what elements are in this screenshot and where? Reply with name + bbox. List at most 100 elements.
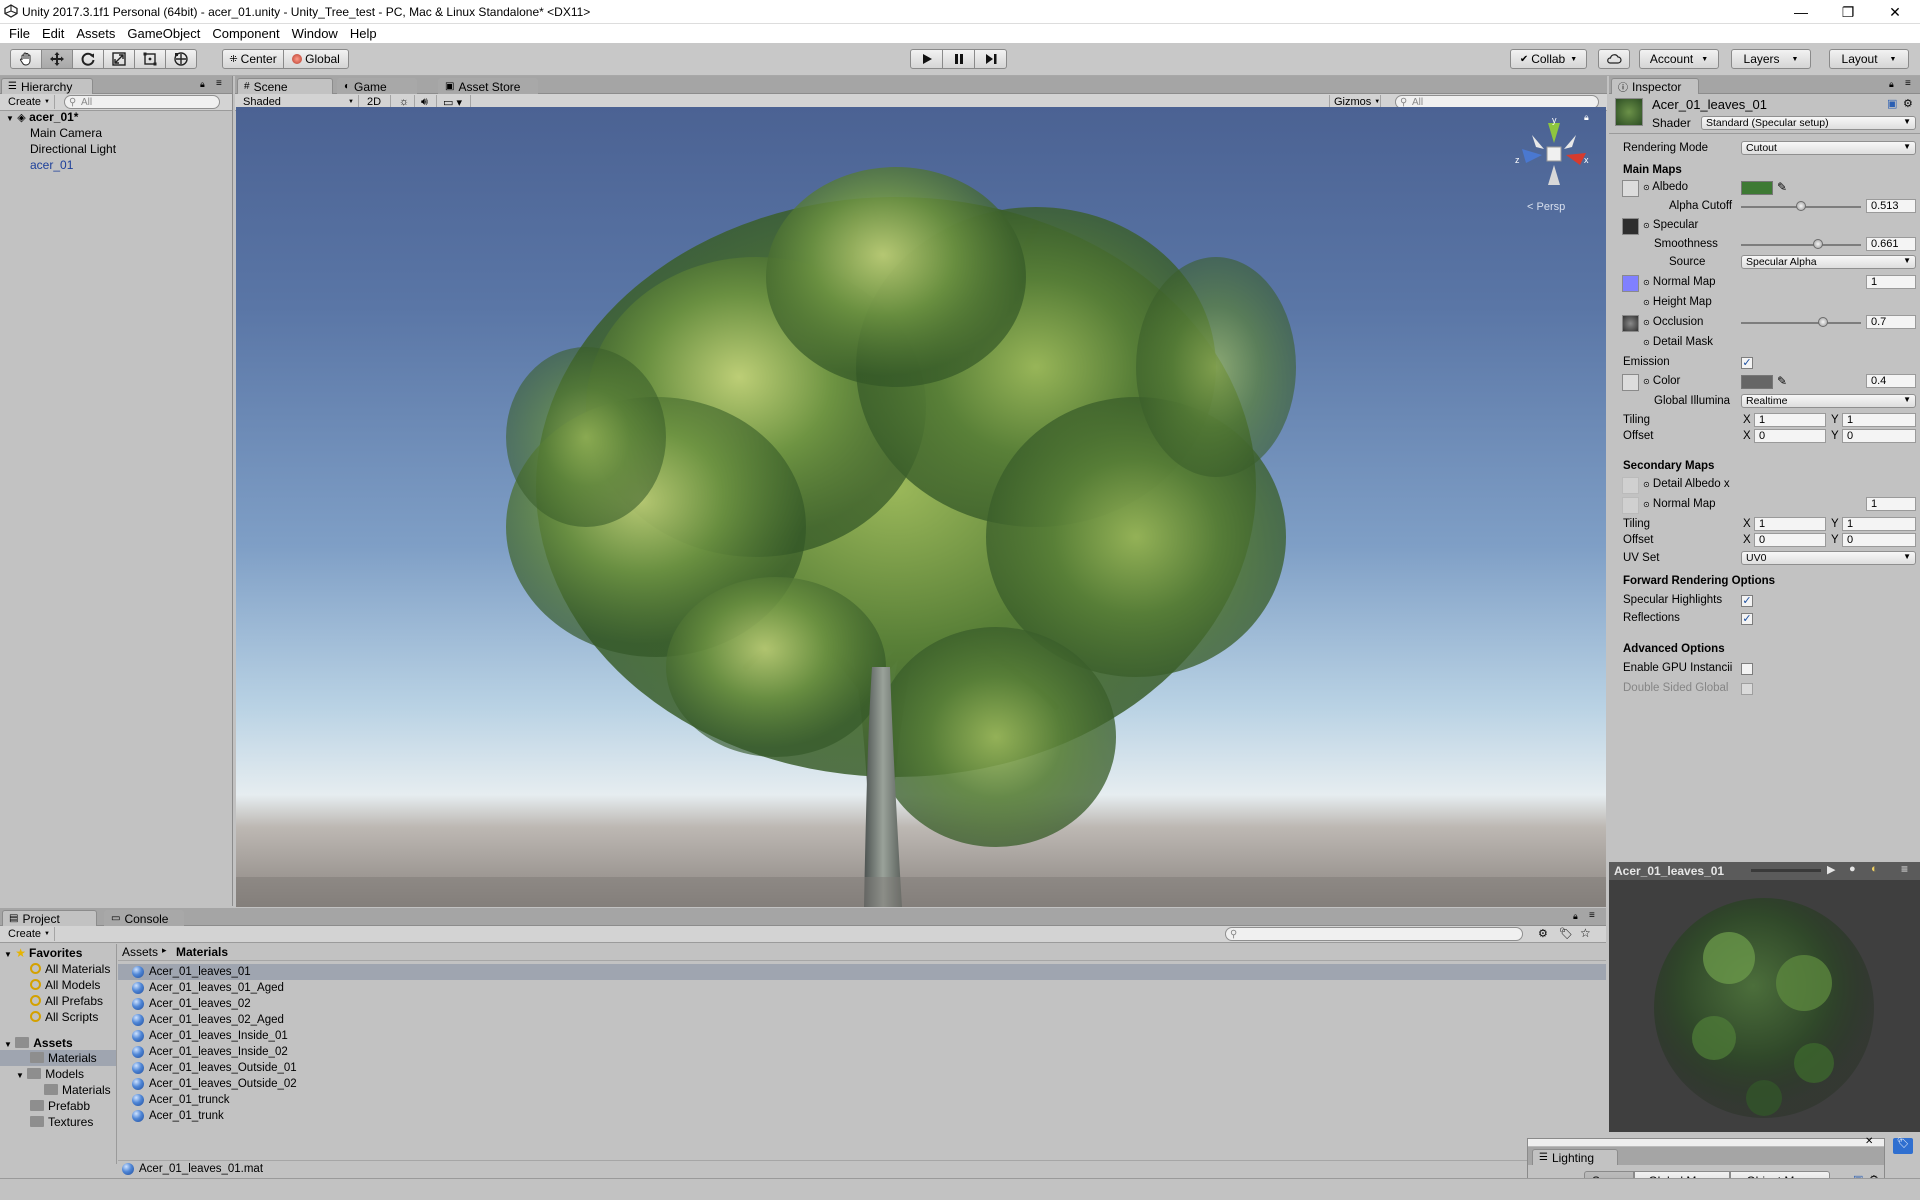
object-picker-icon[interactable]: ⊙ — [1643, 278, 1650, 287]
normal-map-scale-field[interactable]: 1 — [1866, 275, 1916, 289]
hand-tool-button[interactable] — [10, 49, 42, 69]
offset2-y-field[interactable]: 0 — [1842, 533, 1916, 547]
object-picker-icon[interactable]: ⊙ — [1643, 480, 1650, 489]
panel-menu-icon[interactable]: ≡ — [1901, 862, 1908, 876]
favorite-all-models[interactable]: All Models — [30, 978, 100, 992]
gpu-instancing-checkbox[interactable] — [1741, 663, 1753, 675]
projection-label[interactable]: < Persp — [1527, 201, 1565, 213]
hierarchy-item-main-camera[interactable]: Main Camera — [30, 126, 102, 140]
global-space-button[interactable]: Global — [283, 49, 349, 69]
breadcrumb-assets[interactable]: Assets — [122, 945, 158, 959]
tiling2-x-field[interactable]: 1 — [1754, 517, 1826, 531]
occlusion-slider[interactable] — [1741, 322, 1861, 324]
asset-item[interactable]: Acer_01_leaves_01 — [132, 964, 251, 980]
rendering-mode-dropdown[interactable]: Cutout ▼ — [1741, 141, 1916, 155]
layout-dropdown[interactable]: Layout ▼ — [1829, 49, 1909, 69]
panel-menu-icon[interactable]: ≡ — [216, 78, 222, 89]
tab-inspector[interactable]: ⓘ Inspector — [1611, 78, 1699, 94]
favorite-all-materials[interactable]: All Materials — [30, 962, 110, 976]
asset-item[interactable]: Acer_01_leaves_Inside_02 — [132, 1044, 288, 1060]
specular-texture-slot[interactable] — [1622, 218, 1639, 235]
asset-item[interactable]: Acer_01_leaves_Inside_01 — [132, 1028, 288, 1044]
emission-color-swatch[interactable] — [1741, 375, 1773, 389]
scene-orientation-gizmo[interactable]: y x z — [1514, 115, 1594, 187]
albedo-color-swatch[interactable] — [1741, 181, 1773, 195]
panel-menu-icon[interactable]: ≡ — [1589, 910, 1595, 921]
hierarchy-search-input[interactable]: ⚲ All — [64, 95, 220, 109]
pause-button[interactable] — [942, 49, 975, 69]
alpha-cutoff-field[interactable]: 0.513 — [1866, 199, 1916, 213]
menu-help[interactable]: Help — [345, 26, 384, 41]
filter-type-icon[interactable]: ⚙ — [1538, 927, 1548, 940]
step-button[interactable] — [974, 49, 1007, 69]
project-create-button[interactable]: Create ▼ — [4, 927, 55, 941]
tab-game[interactable]: ◐ Game — [337, 78, 417, 94]
pivot-center-button[interactable]: ⁜ Center — [222, 49, 284, 69]
object-picker-icon[interactable]: ⊙ — [1643, 298, 1650, 307]
folder-prefabb[interactable]: Prefabb — [30, 1099, 90, 1113]
lock-icon[interactable]: 🔒︎ — [1573, 911, 1578, 922]
preview-resize-handle[interactable] — [1751, 869, 1821, 872]
minimize-button[interactable]: — — [1778, 0, 1824, 24]
offset-y-field[interactable]: 0 — [1842, 429, 1916, 443]
asset-item[interactable]: Acer_01_leaves_01_Aged — [132, 980, 284, 996]
tab-project[interactable]: ▤ Project — [2, 910, 97, 926]
shader-dropdown[interactable]: Standard (Specular setup) ▼ — [1701, 116, 1916, 130]
transform-tool-button[interactable] — [165, 49, 197, 69]
favorite-all-prefabs[interactable]: All Prefabs — [30, 994, 103, 1008]
occlusion-slider-thumb[interactable] — [1818, 317, 1828, 327]
global-illumination-dropdown[interactable]: Realtime ▼ — [1741, 394, 1916, 408]
help-icon[interactable]: ▣ — [1887, 97, 1897, 110]
source-dropdown[interactable]: Specular Alpha ▼ — [1741, 255, 1916, 269]
detail-normal-scale-field[interactable]: 1 — [1866, 497, 1916, 511]
hierarchy-item-acer-01[interactable]: acer_01 — [30, 158, 73, 172]
detail-albedo-texture-slot[interactable] — [1622, 477, 1639, 494]
tab-console[interactable]: ▭ Console — [104, 910, 184, 926]
light-preview-icon[interactable]: ◐ — [1871, 863, 1878, 875]
close-icon[interactable]: ✕ — [1865, 1136, 1873, 1147]
emission-checkbox[interactable]: ✓ — [1741, 357, 1753, 369]
scene-viewport[interactable]: y x z < Persp 🔒︎ — [236, 107, 1606, 907]
move-tool-button[interactable] — [41, 49, 73, 69]
tab-hierarchy[interactable]: ☰ Hierarchy — [1, 78, 93, 94]
object-picker-icon[interactable]: ⊙ — [1643, 318, 1650, 327]
object-picker-icon[interactable]: ⊙ — [1643, 183, 1650, 192]
uv-set-dropdown[interactable]: UV0 ▼ — [1741, 551, 1916, 565]
folder-models-materials[interactable]: Materials — [44, 1083, 111, 1097]
lock-icon[interactable]: 🔒︎ — [200, 79, 205, 90]
lighting-window-titlebar[interactable]: ✕ — [1528, 1136, 1884, 1147]
collab-notification-icon[interactable]: 🏷︎ — [1893, 1138, 1913, 1154]
account-dropdown[interactable]: Account ▼ — [1639, 49, 1719, 69]
emission-intensity-field[interactable]: 0.4 — [1866, 374, 1916, 388]
assets-root[interactable]: ▼ Assets — [4, 1036, 73, 1050]
asset-item[interactable]: Acer_01_leaves_02_Aged — [132, 1012, 284, 1028]
material-preview-sphere[interactable] — [1644, 888, 1884, 1128]
hierarchy-item-directional-light[interactable]: Directional Light — [30, 142, 116, 156]
emission-texture-slot[interactable] — [1622, 374, 1639, 391]
maximize-button[interactable]: ❐ — [1825, 0, 1871, 24]
panel-menu-icon[interactable]: ≡ — [1905, 78, 1911, 89]
asset-item[interactable]: Acer_01_trunk — [132, 1108, 224, 1124]
alpha-cutoff-slider-thumb[interactable] — [1796, 201, 1806, 211]
object-picker-icon[interactable]: ⊙ — [1643, 221, 1650, 230]
menu-assets[interactable]: Assets — [71, 26, 122, 41]
folder-models[interactable]: ▼ Models — [16, 1067, 84, 1081]
eyedropper-icon[interactable]: ✎ — [1777, 374, 1787, 388]
cloud-button[interactable] — [1598, 49, 1630, 69]
rotate-tool-button[interactable] — [72, 49, 104, 69]
occlusion-texture-slot[interactable] — [1622, 315, 1639, 332]
favorite-all-scripts[interactable]: All Scripts — [30, 1010, 98, 1024]
smoothness-field[interactable]: 0.661 — [1866, 237, 1916, 251]
folder-textures[interactable]: Textures — [30, 1115, 93, 1129]
smoothness-slider[interactable] — [1741, 244, 1861, 246]
sphere-preview-icon[interactable]: ● — [1849, 863, 1856, 875]
tab-lighting[interactable]: ☰ Lighting — [1532, 1149, 1618, 1165]
object-picker-icon[interactable]: ⊙ — [1643, 338, 1650, 347]
gear-icon[interactable]: ⚙ — [1903, 97, 1913, 110]
smoothness-slider-thumb[interactable] — [1813, 239, 1823, 249]
scene-root[interactable]: ▼ ◈ acer_01* — [6, 110, 78, 124]
project-search-input[interactable]: ⚲ — [1225, 927, 1523, 941]
rect-tool-button[interactable] — [134, 49, 166, 69]
collab-dropdown[interactable]: ✔ Collab ▼ — [1510, 49, 1587, 69]
normal-map-texture-slot[interactable] — [1622, 275, 1639, 292]
